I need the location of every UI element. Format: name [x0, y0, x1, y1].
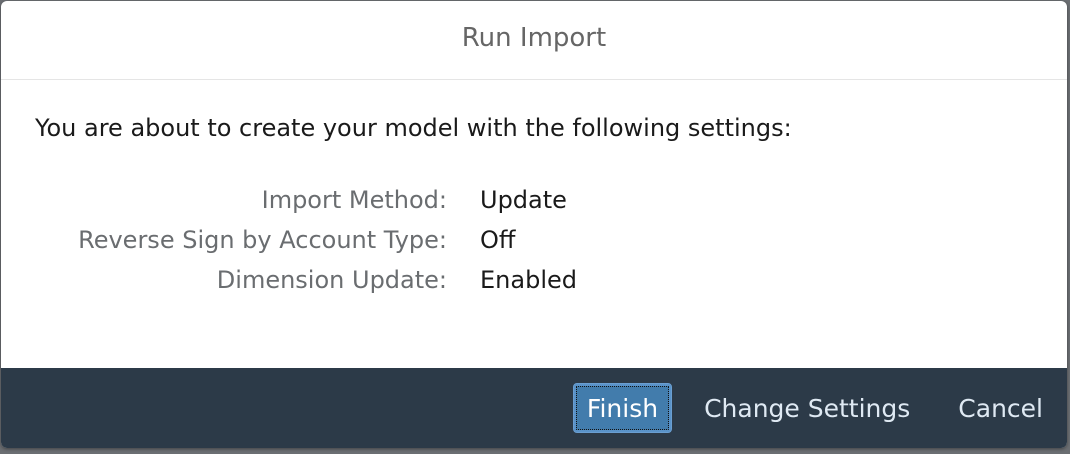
dialog-title: Run Import: [461, 23, 607, 53]
setting-label: Reverse Sign by Account Type:: [78, 226, 447, 254]
dialog-header: Run Import: [1, 1, 1067, 80]
setting-row-dimension-update: Dimension Update: Enabled: [1, 266, 1067, 306]
run-import-dialog: Run Import You are about to create your …: [1, 1, 1067, 448]
dialog-footer: Finish Change Settings Cancel: [1, 368, 1067, 448]
setting-row-import-method: Import Method: Update: [1, 186, 1067, 226]
setting-row-reverse-sign: Reverse Sign by Account Type: Off: [1, 226, 1067, 266]
dialog-body: You are about to create your model with …: [1, 80, 1067, 366]
change-settings-button[interactable]: Change Settings: [704, 394, 910, 423]
finish-button[interactable]: Finish: [572, 383, 673, 433]
intro-text: You are about to create your model with …: [35, 114, 792, 142]
setting-value: Enabled: [480, 266, 577, 294]
setting-label: Dimension Update:: [216, 266, 447, 294]
setting-label: Import Method:: [261, 186, 447, 214]
cancel-button[interactable]: Cancel: [958, 394, 1043, 423]
setting-value: Update: [480, 186, 567, 214]
setting-value: Off: [480, 226, 516, 254]
settings-list: Import Method: Update Reverse Sign by Ac…: [1, 186, 1067, 306]
